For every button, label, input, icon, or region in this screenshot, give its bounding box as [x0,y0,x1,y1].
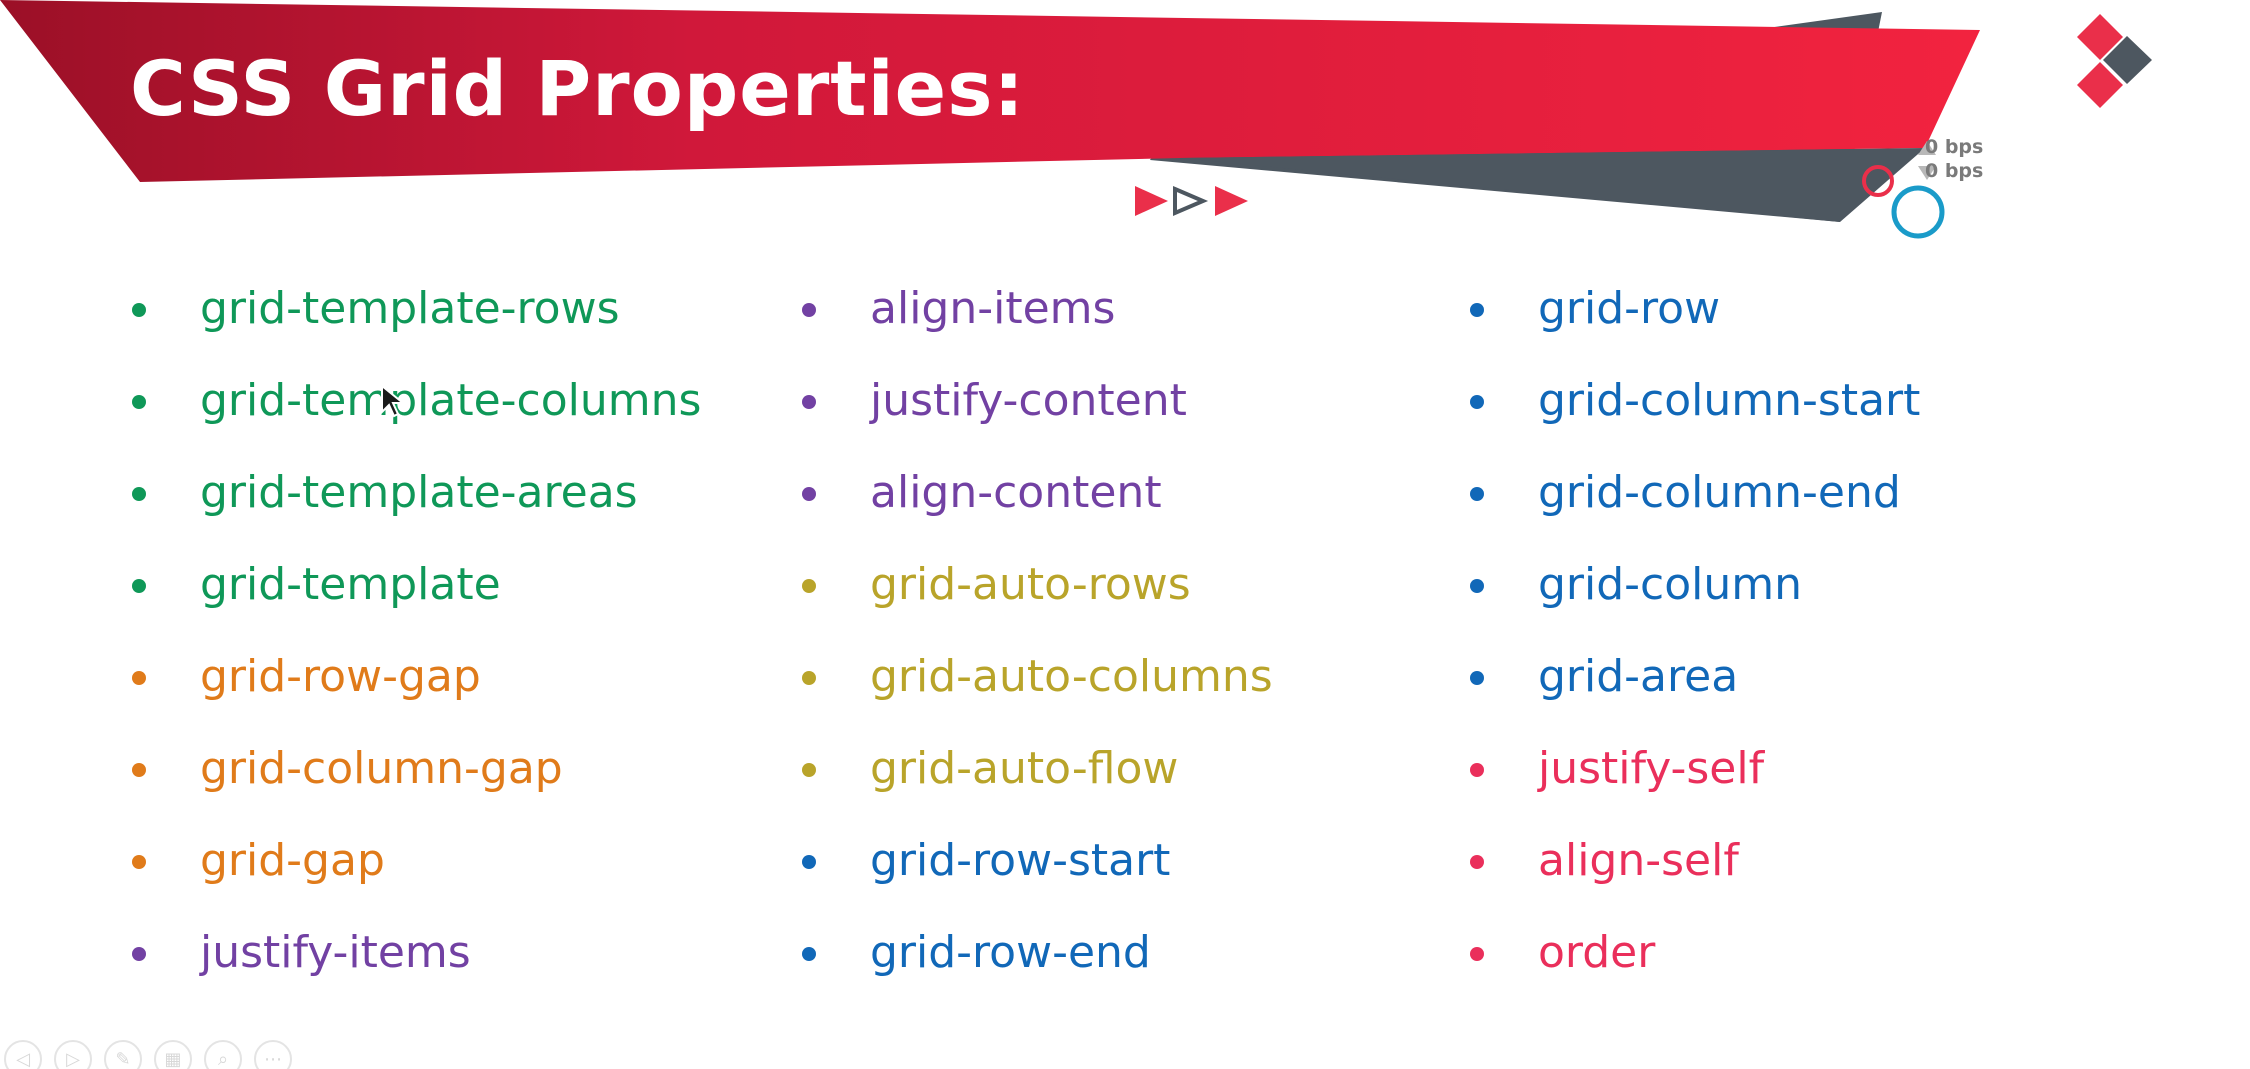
download-rate: 0 bps [1925,160,1984,182]
list-item: justify-items [130,914,701,1006]
list-item: justify-self [1468,730,1920,822]
list-item: grid-column [1468,546,1920,638]
list-item: grid-row-start [800,822,1273,914]
logo-diamonds-icon [2077,14,2152,108]
bullet-icon [802,671,816,685]
slide-title: CSS Grid Properties: [130,44,1025,133]
bullet-icon [802,947,816,961]
property-label: grid-column-start [1538,375,1921,426]
bullet-icon [802,395,816,409]
bullet-icon [802,579,816,593]
list-item: grid-template-columns [130,362,701,454]
list-item: grid-template [130,546,701,638]
bullet-icon [132,579,146,593]
list-item: align-items [800,270,1273,362]
property-columns: grid-template-rows grid-template-columns… [0,270,2250,990]
bullet-icon [1470,855,1484,869]
property-label: justify-content [870,375,1187,426]
bullet-icon [132,855,146,869]
property-label: grid-template-rows [200,283,620,334]
next-icon[interactable]: ▷ [54,1040,92,1069]
property-label: grid-gap [200,835,385,886]
list-item: grid-area [1468,638,1920,730]
bullet-icon [1470,303,1484,317]
property-label: justify-items [200,927,471,978]
mouse-cursor-icon [381,384,406,418]
bullet-icon [802,763,816,777]
bullet-icon [1470,671,1484,685]
property-label: grid-column [1538,559,1803,610]
list-item: align-self [1468,822,1920,914]
bullet-icon [802,303,816,317]
list-item: grid-auto-columns [800,638,1273,730]
bullet-icon [132,395,146,409]
list-item: grid-row [1468,270,1920,362]
property-label: grid-auto-columns [870,651,1273,702]
property-label: grid-template-areas [200,467,638,518]
previous-icon[interactable]: ◁ [4,1040,42,1069]
property-label: grid-row-gap [200,651,481,702]
property-label: grid-auto-flow [870,743,1179,794]
bullet-icon [802,855,816,869]
property-label: justify-self [1538,743,1765,794]
property-label: grid-row-end [870,927,1151,978]
list-item: grid-row-end [800,914,1273,1006]
bullet-icon [132,303,146,317]
bullet-icon [132,487,146,501]
upload-rate: 0 bps [1925,136,1984,158]
bullet-icon [1470,763,1484,777]
property-label: order [1538,927,1656,978]
slideshow-toolbar: ◁ ▷ ✎ ▦ ⌕ ⋯ [0,1040,292,1069]
list-item: grid-auto-flow [800,730,1273,822]
bullet-icon [132,763,146,777]
zoom-icon[interactable]: ⌕ [204,1040,242,1069]
list-item: grid-column-gap [130,730,701,822]
play-arrows-icon [1135,185,1248,217]
property-label: grid-row-start [870,835,1171,886]
property-label: grid-template-columns [200,375,702,426]
list-item: grid-gap [130,822,701,914]
list-item: grid-column-end [1468,454,1920,546]
bullet-icon [1470,487,1484,501]
property-column-1: grid-template-rows grid-template-columns… [130,270,701,1006]
list-item: order [1468,914,1920,1006]
property-label: grid-column-gap [200,743,563,794]
more-icon[interactable]: ⋯ [254,1040,292,1069]
property-label: align-self [1538,835,1739,886]
property-column-2: align-items justify-content align-conten… [800,270,1273,1006]
bullet-icon [802,487,816,501]
large-ring-icon [1891,185,1945,239]
property-label: grid-area [1538,651,1739,702]
list-item: grid-template-rows [130,270,701,362]
property-label: grid-template [200,559,501,610]
property-label: align-items [870,283,1116,334]
property-label: grid-column-end [1538,467,1901,518]
bullet-icon [132,671,146,685]
bullet-icon [1470,579,1484,593]
list-item: grid-column-start [1468,362,1920,454]
property-column-3: grid-row grid-column-start grid-column-e… [1468,270,1920,1006]
list-item: grid-row-gap [130,638,701,730]
banner-white-notch [1180,148,1925,222]
pen-icon[interactable]: ✎ [104,1040,142,1069]
bullet-icon [1470,395,1484,409]
bullet-icon [1470,947,1484,961]
property-label: grid-row [1538,283,1721,334]
bullet-icon [132,947,146,961]
list-item: grid-auto-rows [800,546,1273,638]
slides-icon[interactable]: ▦ [154,1040,192,1069]
property-label: grid-auto-rows [870,559,1191,610]
list-item: justify-content [800,362,1273,454]
list-item: align-content [800,454,1273,546]
property-label: align-content [870,467,1162,518]
list-item: grid-template-areas [130,454,701,546]
presentation-slide: CSS Grid Properties: 0 bps 0 bps grid-te… [0,0,2250,1069]
